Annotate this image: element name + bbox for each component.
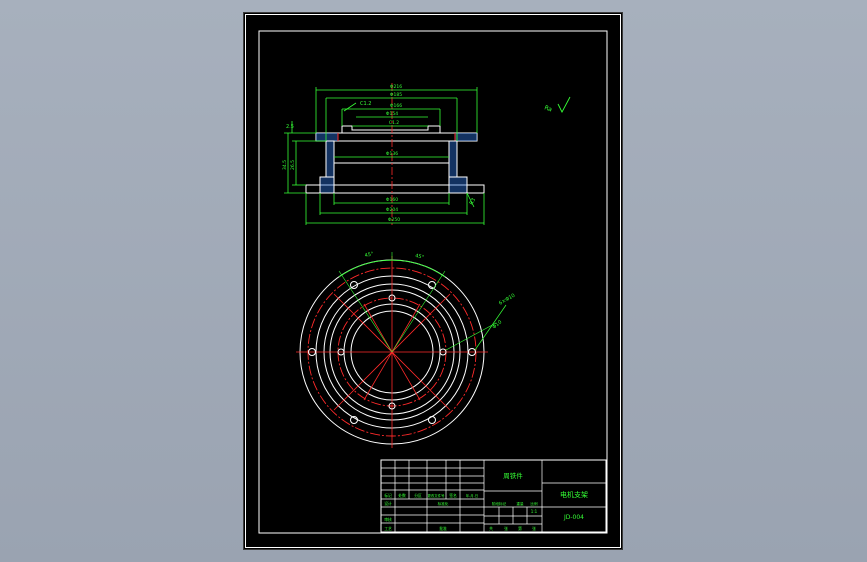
hole-note-1: 6×Φ10 bbox=[498, 293, 516, 307]
dim-chamfer-1: C1.2 bbox=[360, 101, 371, 107]
row-label-date: 年.月.日 bbox=[466, 493, 478, 498]
dim-thickness: 2.5 bbox=[286, 124, 294, 130]
dim-height-mid: 26.5 bbox=[290, 160, 296, 170]
hole-leader-1 bbox=[474, 304, 507, 351]
mid-label-scale: 比例 bbox=[530, 501, 538, 506]
top-recess bbox=[341, 125, 441, 133]
mid-label-stage: 阶段标记 bbox=[492, 501, 507, 506]
angle-label-right: 45° bbox=[415, 253, 425, 261]
dim-bottom-2: Φ204 bbox=[386, 207, 398, 213]
hatch-top-right bbox=[455, 133, 477, 141]
drawing-title: 电机支架 bbox=[560, 490, 588, 499]
row-label-zone: 分区 bbox=[414, 493, 422, 498]
role-review: 审核 bbox=[384, 517, 392, 522]
wall-left bbox=[325, 140, 335, 178]
wall-right bbox=[448, 140, 458, 178]
top-flange-plate bbox=[315, 132, 478, 142]
roughness-symbol: Ra bbox=[543, 96, 571, 114]
row-label-mark: 标记 bbox=[384, 493, 392, 498]
row-label-change-file: 更改文件号 bbox=[428, 493, 446, 498]
drawing-sheet[interactable]: Φ216 Φ185 Φ166 Φ154 C1.2 C1.2 2.5 34.5 2… bbox=[244, 13, 622, 549]
row-label-signature: 签名 bbox=[449, 493, 457, 498]
part-category: 周铁件 bbox=[503, 471, 523, 480]
scale-value: 1:1 bbox=[531, 509, 538, 514]
sheet-border-outer bbox=[245, 14, 621, 548]
svg-text:Ra: Ra bbox=[543, 104, 553, 113]
role-process: 工艺 bbox=[384, 526, 392, 531]
role-approve: 批准 bbox=[439, 526, 447, 531]
hatch-top-left bbox=[316, 133, 338, 141]
angle-label-left: 45° bbox=[364, 251, 374, 259]
drawing-canvas[interactable]: Φ216 Φ185 Φ166 Φ154 C1.2 C1.2 2.5 34.5 2… bbox=[244, 13, 622, 549]
sheet-total-label: 共 bbox=[489, 526, 493, 531]
hatch-bottom-left bbox=[319, 176, 335, 194]
sheet-index-unit: 张 bbox=[532, 526, 536, 531]
plan-view bbox=[296, 252, 488, 448]
dim-chamfer-2: C1.2 bbox=[389, 120, 399, 126]
drawing-number: JD-004 bbox=[563, 514, 584, 521]
dim-height-total: 34.5 bbox=[282, 160, 288, 170]
dim-bottom-1: Φ160 bbox=[386, 197, 398, 203]
role-design: 设计 bbox=[384, 501, 392, 506]
sheet-total-unit: 张 bbox=[504, 526, 508, 531]
dim-flange: Φ154 bbox=[386, 111, 398, 117]
dim-bottom-3: Φ250 bbox=[388, 217, 400, 223]
sheet-index-label: 第 bbox=[518, 526, 522, 531]
row-label-count: 处数 bbox=[398, 493, 406, 498]
cad-viewer: Φ216 Φ185 Φ166 Φ154 C1.2 C1.2 2.5 34.5 2… bbox=[0, 0, 867, 562]
role-standardization: 标准化 bbox=[438, 501, 449, 506]
dim-top-inner: Φ166 bbox=[390, 103, 402, 109]
hole-leader-2 bbox=[445, 322, 497, 351]
dim-top-mid: Φ185 bbox=[390, 92, 402, 98]
hatch-bottom-right bbox=[448, 176, 468, 194]
mid-label-weight: 重量 bbox=[516, 501, 524, 506]
hole-note-2: Φ10 bbox=[491, 319, 503, 330]
dim-top-outer: Φ216 bbox=[390, 84, 402, 90]
dim-bore: Φ136 bbox=[386, 151, 398, 157]
